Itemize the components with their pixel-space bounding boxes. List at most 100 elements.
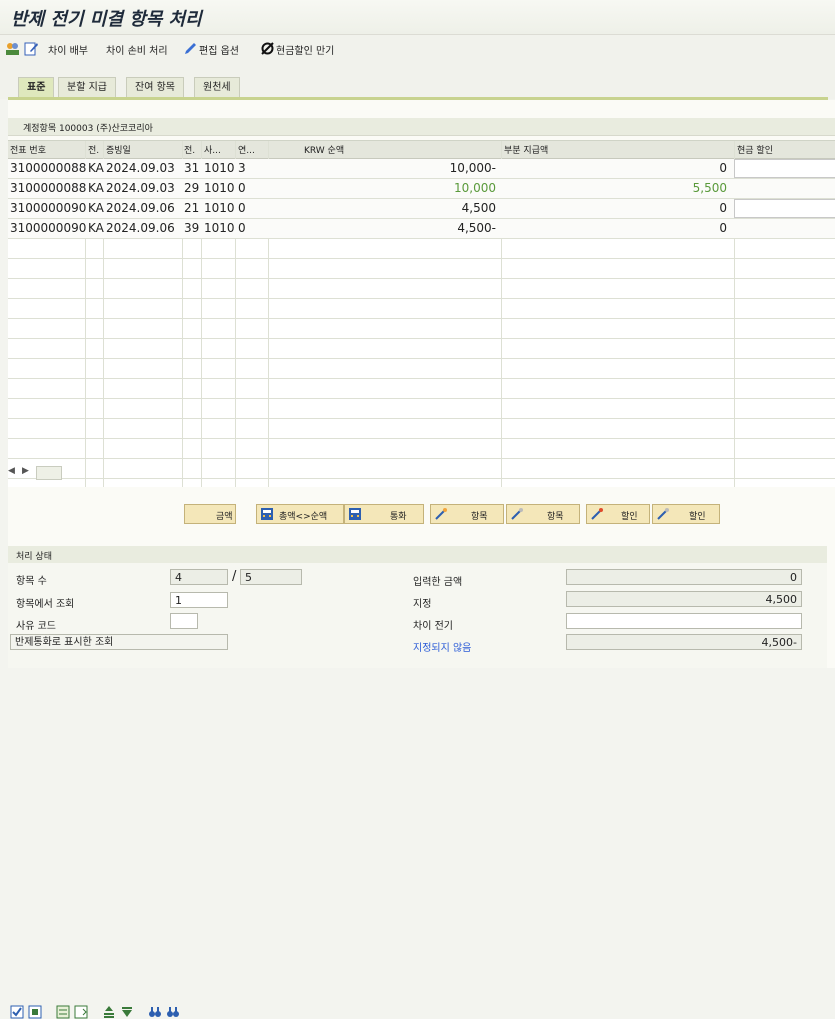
cell-net-amount[interactable]: 10,000- (450, 161, 496, 175)
empty-table-row[interactable] (8, 339, 835, 359)
deselect-block-icon[interactable] (74, 1005, 88, 1019)
table-row[interactable]: 3100000090 KA 2024.09.06 39 1010 0 4,500- 0 (8, 219, 835, 239)
people-icon[interactable] (5, 41, 20, 56)
item-count-label: 항목 수 (16, 576, 47, 587)
items-deactivate-button[interactable]: 항목 (506, 504, 580, 524)
cell-partial-payment[interactable]: 0 (719, 201, 727, 215)
empty-table-row[interactable] (8, 399, 835, 419)
unassigned-label[interactable]: 지정되지 않음 (413, 639, 471, 654)
cash-discount-input[interactable] (734, 159, 835, 178)
col-company[interactable]: 사... (204, 143, 221, 156)
horizontal-scroller[interactable]: ◀ ▶ (8, 466, 63, 480)
find-next-icon[interactable] (166, 1005, 180, 1019)
view-in-items-field[interactable]: 1 (170, 592, 228, 608)
tab-residual-items[interactable]: 잔여 항목 (126, 77, 184, 98)
cell-partial-payment[interactable]: 5,500 (693, 181, 727, 195)
cell-partial-payment[interactable]: 0 (719, 161, 727, 175)
reason-code-field[interactable] (170, 613, 198, 629)
slash-separator: / (232, 569, 237, 584)
amount-button[interactable]: 금액 (184, 504, 236, 524)
tab-partial-payment[interactable]: 분할 지급 (58, 77, 116, 98)
empty-table-row[interactable] (8, 439, 835, 459)
empty-table-row[interactable] (8, 299, 835, 319)
entered-amount-label: 입력한 금액 (413, 577, 463, 588)
empty-table-row[interactable] (8, 459, 835, 479)
entered-amount-field: 0 (566, 569, 802, 585)
filter-icon[interactable] (120, 1005, 134, 1019)
table-header: 전표 번호 전. 증빙일 전. 사... 연... KRW 순액 부분 지급액 … (8, 141, 835, 159)
cell-pk: 39 (184, 221, 200, 235)
table-row[interactable]: 3100000088 KA 2024.09.03 31 1010 3 10,000- 0 (8, 159, 835, 179)
empty-table-row[interactable] (8, 419, 835, 439)
cell-doc: 3100000088 (10, 181, 87, 195)
empty-table-row[interactable] (8, 479, 835, 487)
scroll-left-icon[interactable]: ◀ (8, 466, 15, 476)
cell-yr: 3 (238, 161, 246, 175)
col-year[interactable]: 연... (238, 143, 255, 156)
select-all-icon[interactable] (10, 1005, 24, 1019)
items-activate-button[interactable]: 항목 (430, 504, 504, 524)
col-posting-key[interactable]: 전. (184, 143, 195, 156)
cell-pk: 21 (184, 201, 200, 215)
magic-wand-icon (591, 508, 603, 520)
empty-table-row[interactable] (8, 379, 835, 399)
empty-table-row[interactable] (8, 259, 835, 279)
cell-net-amount[interactable]: 4,500 (462, 201, 496, 215)
tab-standard[interactable]: 표준 (18, 77, 55, 98)
open-items-table[interactable]: 전표 번호 전. 증빙일 전. 사... 연... KRW 순액 부분 지급액 … (8, 140, 835, 487)
col-partial-payment[interactable]: 부분 지급액 (504, 143, 548, 156)
deselect-all-icon[interactable] (28, 1005, 42, 1019)
scroll-right-icon[interactable]: ▶ (22, 466, 29, 476)
select-block-icon[interactable] (56, 1005, 70, 1019)
cell-net-amount[interactable]: 4,500- (457, 221, 496, 235)
col-doc-type[interactable]: 전. (88, 143, 99, 156)
table-row[interactable]: 3100000088 KA 2024.09.03 29 1010 0 10,000 5,500 (8, 179, 835, 199)
magic-wand-off-icon (657, 508, 669, 520)
table-row[interactable]: 3100000090 KA 2024.09.06 21 1010 0 4,500 0 (8, 199, 835, 219)
col-cash-discount[interactable]: 현금 할인 (737, 143, 773, 156)
cell-yr: 0 (238, 221, 246, 235)
currency-button[interactable]: 통화 (344, 504, 424, 524)
account-group-header: 계정항목 100003 (주)산코코리아 (8, 118, 835, 136)
scroll-thumb[interactable] (36, 466, 62, 480)
magic-wand-off-icon (511, 508, 523, 520)
difference-field[interactable] (566, 613, 802, 629)
cell-date: 2024.09.03 (106, 181, 175, 195)
assigned-field: 4,500 (566, 591, 802, 607)
processing-status-header: 처리 상태 (8, 546, 827, 564)
cell-co: 1010 (204, 221, 235, 235)
discount-deactivate-label: 할인 (689, 512, 706, 522)
cell-co: 1010 (204, 161, 235, 175)
cell-partial-payment[interactable]: 0 (719, 221, 727, 235)
assigned-label: 지정 (413, 599, 432, 610)
cash-discount-input[interactable] (734, 199, 835, 218)
empty-table-row[interactable] (8, 239, 835, 259)
edit-options-button[interactable]: 편집 옵션 (199, 42, 239, 57)
calculator-icon (261, 508, 273, 520)
items-activate-label: 항목 (471, 512, 488, 522)
empty-table-row[interactable] (8, 319, 835, 339)
find-icon[interactable] (148, 1005, 162, 1019)
gross-net-button-label: 총액<>순액 (279, 512, 328, 522)
calculator-icon (349, 508, 361, 520)
empty-table-row[interactable] (8, 359, 835, 379)
col-net-amount[interactable]: KRW 순액 (304, 143, 344, 156)
cell-net-amount[interactable]: 10,000 (454, 181, 496, 195)
edit-document-icon[interactable] (24, 41, 39, 56)
gross-net-button[interactable]: 총액<>순액 (256, 504, 344, 524)
diff-loss-button[interactable]: 차이 손비 처리 (106, 42, 168, 57)
tab-withholding-tax[interactable]: 원천세 (194, 77, 240, 98)
col-doc-number[interactable]: 전표 번호 (10, 143, 46, 156)
diff-alloc-button[interactable]: 차이 배부 (48, 42, 88, 57)
discount-activate-button[interactable]: 할인 (586, 504, 650, 524)
cash-discount-due-button[interactable]: 현금할인 만기 (276, 42, 334, 57)
empty-table-row[interactable] (8, 279, 835, 299)
cell-co: 1010 (204, 181, 235, 195)
sort-ascending-icon[interactable] (102, 1005, 116, 1019)
col-doc-date[interactable]: 증빙일 (106, 143, 131, 156)
discount-deactivate-button[interactable]: 할인 (652, 504, 720, 524)
cell-doc: 3100000090 (10, 221, 87, 235)
title-bar: 반제 전기 미결 항목 처리 (0, 0, 835, 35)
cell-yr: 0 (238, 181, 246, 195)
cell-pk: 29 (184, 181, 200, 195)
